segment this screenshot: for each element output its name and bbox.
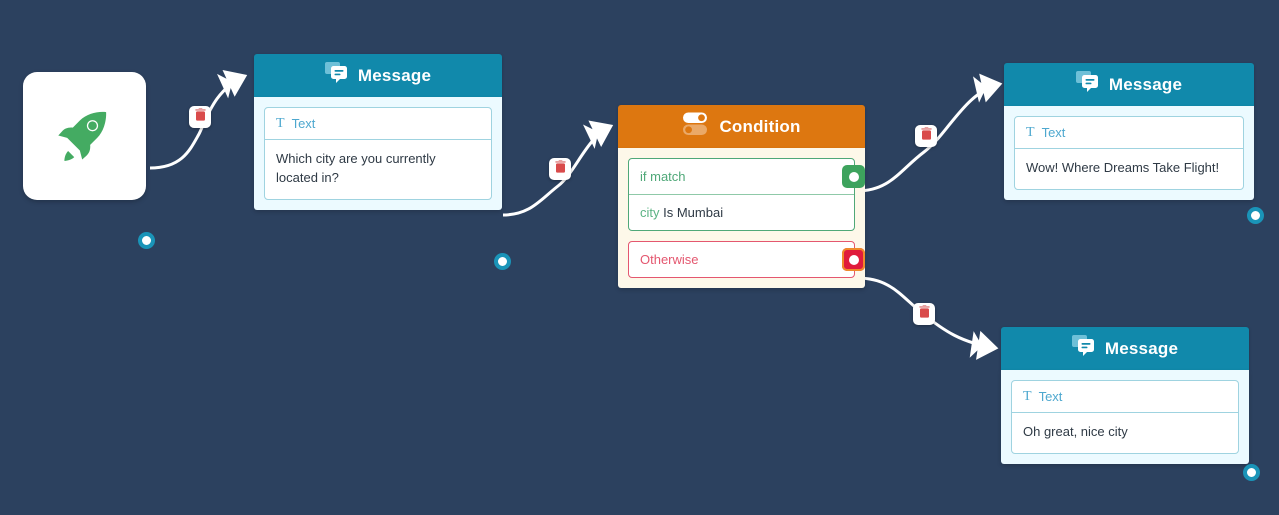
toggle-switches-icon: [682, 111, 710, 142]
condition-expression-rest: Is Mumbai: [663, 205, 724, 220]
condition-match-row: if match: [629, 159, 865, 195]
condition-node-title: Condition: [719, 116, 801, 136]
message-node-2-output-handle[interactable]: [1247, 207, 1264, 224]
text-field-card[interactable]: T Text Which city are you currently loca…: [264, 107, 492, 200]
edge-delete-button[interactable]: [189, 106, 211, 128]
text-field-card[interactable]: T Text Wow! Where Dreams Take Flight!: [1014, 116, 1244, 190]
message-node-header[interactable]: Message: [1001, 327, 1249, 370]
text-field-label: Text: [1038, 389, 1063, 404]
condition-otherwise-label: Otherwise: [640, 252, 699, 267]
text-field-label: Text: [291, 116, 316, 131]
condition-node-header[interactable]: Condition: [618, 105, 865, 148]
condition-node[interactable]: Condition if match city Is Mumbai Otherw…: [618, 105, 865, 288]
condition-match-group[interactable]: if match city Is Mumbai: [628, 158, 865, 231]
text-field-card[interactable]: T Text Oh great, nice city: [1011, 380, 1239, 454]
trash-icon: [918, 304, 931, 324]
message-node-body: T Text Wow! Where Dreams Take Flight!: [1004, 106, 1254, 200]
condition-match-label: if match: [640, 169, 686, 184]
text-t-icon: T: [276, 115, 285, 131]
start-node[interactable]: [23, 72, 155, 249]
message-node-3-output-handle[interactable]: [1243, 464, 1260, 481]
trash-icon: [194, 107, 207, 127]
condition-match-output-handle[interactable]: [842, 165, 865, 188]
condition-expression-row[interactable]: city Is Mumbai: [629, 195, 854, 230]
edge-delete-button[interactable]: [913, 303, 935, 325]
text-field-value[interactable]: Wow! Where Dreams Take Flight!: [1015, 149, 1243, 189]
trash-icon: [920, 126, 933, 146]
message-node-header[interactable]: Message: [254, 54, 502, 97]
edge-delete-button[interactable]: [549, 158, 571, 180]
text-t-icon: T: [1023, 388, 1032, 404]
message-node-title: Message: [1108, 74, 1183, 94]
message-node-3[interactable]: Message T Text Oh great, nice city: [1001, 327, 1260, 481]
message-node-1-output-handle[interactable]: [494, 253, 511, 270]
chat-bubbles-icon: [1071, 335, 1096, 362]
message-node-2[interactable]: Message T Text Wow! Where Dreams Take Fl…: [1004, 63, 1264, 224]
message-node-title: Message: [1104, 338, 1179, 358]
message-node-header[interactable]: Message: [1004, 63, 1254, 106]
text-field-value[interactable]: Oh great, nice city: [1012, 413, 1238, 453]
condition-node-body: if match city Is Mumbai Otherwise: [618, 148, 865, 288]
handle-knob: [848, 254, 859, 265]
flow-canvas[interactable]: Message T Text Which city are you curren…: [0, 0, 1279, 515]
text-t-icon: T: [1026, 124, 1035, 140]
text-field-header: T Text: [1015, 117, 1243, 149]
handle-knob: [848, 171, 859, 182]
message-node-title: Message: [357, 65, 432, 85]
text-field-header: T Text: [265, 108, 491, 140]
message-node-body: T Text Oh great, nice city: [1001, 370, 1249, 464]
text-field-header: T Text: [1012, 381, 1238, 413]
condition-otherwise-output-handle[interactable]: [842, 248, 865, 271]
rocket-icon: [23, 72, 146, 200]
text-field-value[interactable]: Which city are you currently located in?: [265, 140, 491, 199]
chat-bubbles-icon: [324, 62, 349, 89]
trash-icon: [554, 159, 567, 179]
start-output-handle[interactable]: [138, 232, 155, 249]
condition-otherwise-row[interactable]: Otherwise: [628, 241, 865, 278]
text-field-label: Text: [1041, 125, 1066, 140]
message-node-1[interactable]: Message T Text Which city are you curren…: [254, 54, 511, 270]
condition-expression-variable: city: [640, 205, 660, 220]
edge-delete-button[interactable]: [915, 125, 937, 147]
message-node-body: T Text Which city are you currently loca…: [254, 97, 502, 210]
chat-bubbles-icon: [1075, 71, 1100, 98]
